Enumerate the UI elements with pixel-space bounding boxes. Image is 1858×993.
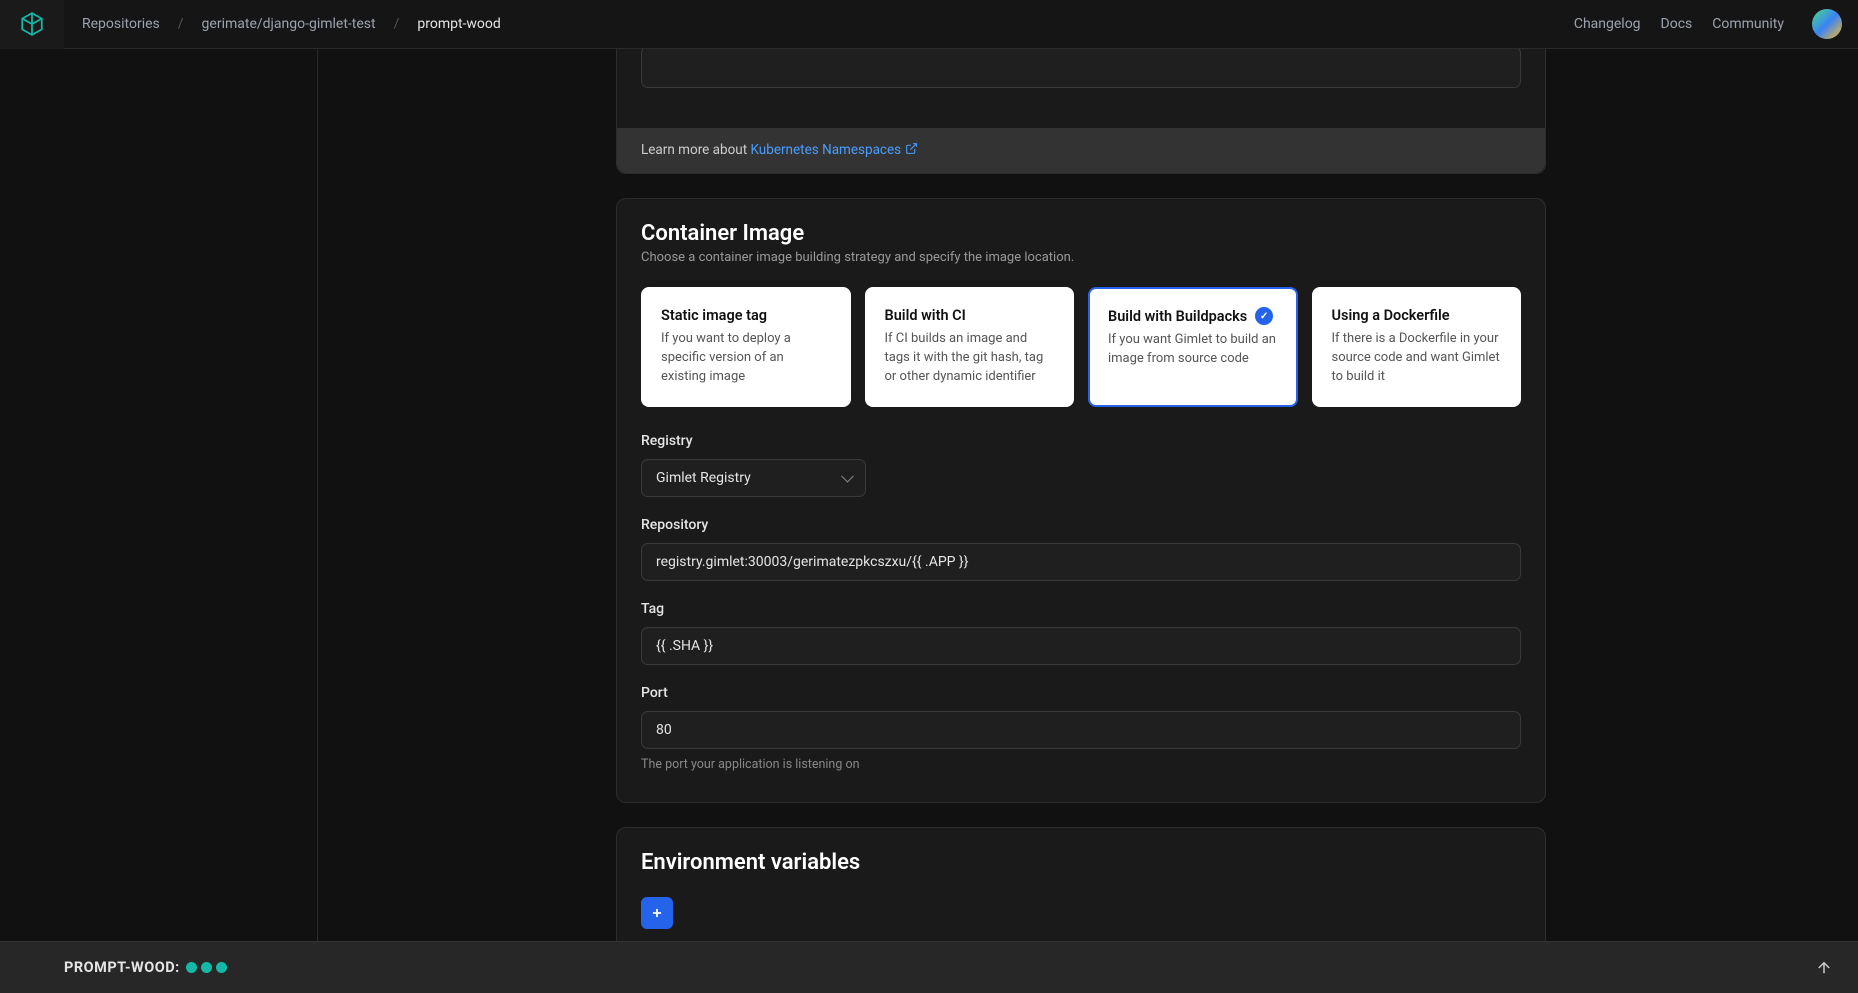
registry-select[interactable]: Gimlet Registry [641,459,866,497]
option-desc: If CI builds an image and tags it with t… [885,330,1055,387]
left-gutter [0,49,318,941]
image-strategy-options: Static image tag If you want to deploy a… [641,287,1521,407]
port-field: Port The port your application is listen… [641,685,1521,772]
logo-icon [19,11,45,37]
content-scroll[interactable]: Learn more about Kubernetes Namespaces C… [318,49,1858,941]
registry-field: Registry Gimlet Registry [641,433,1521,497]
learn-more-prefix: Learn more about [641,142,750,158]
option-title: Using a Dockerfile [1332,307,1502,324]
arrow-up-icon [1815,959,1833,977]
nav-community[interactable]: Community [1712,16,1784,32]
namespace-card: Learn more about Kubernetes Namespaces [616,49,1546,174]
dot-icon [201,962,212,973]
learn-more-link[interactable]: Kubernetes Namespaces [750,142,918,158]
dot-icon [216,962,227,973]
registry-select-wrap: Gimlet Registry [641,459,866,497]
option-static-tag[interactable]: Static image tag If you want to deploy a… [641,287,851,407]
footer-label: PROMPT-WOOD: [64,959,180,976]
nav-changelog[interactable]: Changelog [1574,16,1641,32]
registry-label: Registry [641,433,1521,449]
container-image-card: Container Image Choose a container image… [616,198,1546,803]
repository-field: Repository [641,517,1521,581]
nav-docs[interactable]: Docs [1661,16,1693,32]
breadcrumb-sep-icon: / [178,16,184,32]
option-title: Build with CI [885,307,1055,324]
external-link-icon [905,142,918,159]
topbar: Repositories / gerimate/django-gimlet-te… [0,0,1858,49]
env-vars-card: Environment variables [616,827,1546,941]
option-desc: If there is a Dockerfile in your source … [1332,330,1502,387]
main: Learn more about Kubernetes Namespaces C… [0,49,1858,941]
topbar-right: Changelog Docs Community [1574,9,1842,39]
tag-label: Tag [641,601,1521,617]
port-label: Port [641,685,1521,701]
repository-label: Repository [641,517,1521,533]
breadcrumb-root[interactable]: Repositories [82,16,160,32]
repository-input[interactable] [641,543,1521,581]
option-desc: If you want Gimlet to build an image fro… [1108,331,1278,369]
bottombar: PROMPT-WOOD: [0,941,1858,993]
container-title: Container Image [641,221,1521,246]
option-title: Build with Buildpacks ✓ [1108,307,1278,325]
breadcrumb-repo[interactable]: gerimate/django-gimlet-test [202,16,376,32]
dot-icon [186,962,197,973]
option-build-ci[interactable]: Build with CI If CI builds an image and … [865,287,1075,407]
status-dots [186,962,227,973]
option-title: Static image tag [661,307,831,324]
plus-icon [650,906,664,920]
logo[interactable] [0,0,64,49]
container-subtitle: Choose a container image building strate… [641,250,1521,265]
tag-field: Tag [641,601,1521,665]
breadcrumb: Repositories / gerimate/django-gimlet-te… [82,16,501,32]
port-input[interactable] [641,711,1521,749]
breadcrumb-current[interactable]: prompt-wood [417,16,500,32]
avatar[interactable] [1812,9,1842,39]
option-desc: If you want to deploy a specific version… [661,330,831,387]
breadcrumb-sep-icon: / [394,16,400,32]
option-dockerfile[interactable]: Using a Dockerfile If there is a Dockerf… [1312,287,1522,407]
option-buildpacks[interactable]: Build with Buildpacks ✓ If you want Giml… [1088,287,1298,407]
learn-more-bar: Learn more about Kubernetes Namespaces [617,128,1545,173]
tag-input[interactable] [641,627,1521,665]
scroll-top-button[interactable] [1814,958,1834,978]
add-env-var-button[interactable] [641,897,673,929]
namespace-input[interactable] [641,49,1521,88]
check-icon: ✓ [1255,307,1273,325]
port-helper: The port your application is listening o… [641,757,1521,772]
env-title: Environment variables [641,850,1521,875]
